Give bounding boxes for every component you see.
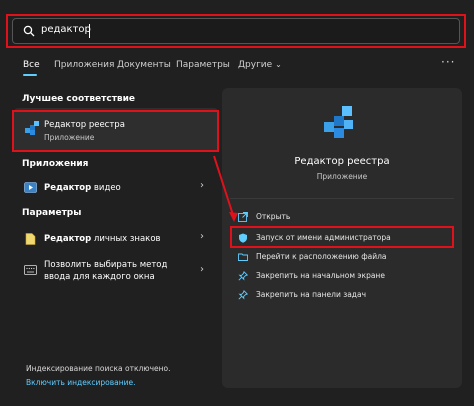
search-input[interactable]: редактор	[12, 18, 460, 44]
folder-icon	[238, 253, 248, 261]
search-icon	[23, 25, 35, 37]
tab-documents[interactable]: Документы	[117, 60, 171, 70]
app-item-title-bold: Редактор	[44, 183, 92, 193]
tab-apps[interactable]: Приложения	[54, 60, 114, 70]
app-item-title-rest: видео	[91, 183, 121, 193]
settings-item-input-method[interactable]: Позволить выбирать метод ввода для каждо…	[14, 256, 218, 288]
action-open[interactable]: Открыть	[234, 210, 454, 224]
chevron-right-icon: ›	[200, 180, 204, 191]
settings-item-private-characters[interactable]: Редактор личных знаков ›	[14, 228, 218, 250]
section-best-match: Лучшее соответствие	[22, 94, 136, 104]
text-caret	[89, 24, 90, 38]
best-match-highlight	[12, 110, 219, 152]
detail-divider	[230, 198, 454, 199]
enable-indexing-link[interactable]: Включить индексирование.	[26, 378, 136, 387]
action-pin-to-start[interactable]: Закрепить на начальном экране	[234, 269, 454, 283]
tab-all[interactable]: Все	[23, 60, 40, 70]
tab-settings[interactable]: Параметры	[176, 60, 230, 70]
document-icon	[25, 233, 36, 245]
settings-item-line1: Позволить выбирать метод	[44, 260, 168, 270]
indexing-status: Индексирование поиска отключено.	[26, 364, 171, 373]
settings-item-title-rest: личных знаков	[91, 234, 161, 244]
open-icon	[238, 212, 248, 222]
action-label: Закрепить на начальном экране	[256, 271, 385, 280]
chevron-down-icon: ⌄	[275, 60, 282, 69]
pin-icon	[238, 271, 248, 281]
indexing-notice: Индексирование поиска отключено. Включит…	[16, 358, 216, 394]
action-open-file-location[interactable]: Перейти к расположению файла	[234, 250, 454, 264]
registry-editor-large-icon	[324, 106, 353, 138]
action-label: Закрепить на панели задач	[256, 290, 367, 299]
action-pin-to-taskbar[interactable]: Закрепить на панели задач	[234, 288, 454, 302]
tab-other[interactable]: Другие ⌄	[238, 60, 282, 70]
section-settings: Параметры	[22, 208, 82, 218]
action-label: Открыть	[256, 212, 291, 221]
video-editor-icon	[24, 182, 37, 193]
settings-item-title-bold: Редактор	[44, 234, 92, 244]
section-apps: Приложения	[22, 159, 89, 169]
tab-other-label: Другие	[238, 60, 273, 70]
pin-icon	[238, 290, 248, 300]
more-options-icon[interactable]: ···	[441, 55, 455, 69]
settings-item-line2: ввода для каждого окна	[44, 272, 155, 282]
app-item-video-editor[interactable]: Редактор видео ›	[14, 177, 218, 199]
chevron-right-icon: ›	[200, 264, 204, 275]
chevron-right-icon: ›	[200, 231, 204, 242]
keyboard-icon	[24, 265, 37, 275]
search-query: редактор	[41, 24, 91, 35]
detail-title: Редактор реестра	[294, 156, 390, 167]
run-as-admin-highlight	[230, 226, 454, 248]
action-label: Перейти к расположению файла	[256, 252, 387, 261]
detail-subtitle: Приложение	[316, 172, 368, 181]
tab-active-indicator	[23, 74, 37, 76]
